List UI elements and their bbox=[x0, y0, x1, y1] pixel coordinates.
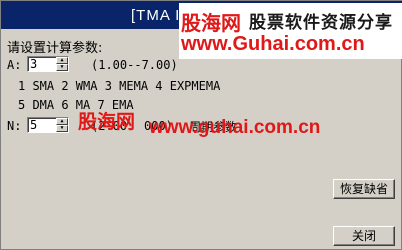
param-a-input[interactable] bbox=[30, 57, 56, 71]
watermark-overlay-url: www.guhai.com.cn bbox=[149, 117, 321, 138]
param-a-spinbox[interactable]: ▲ ▼ bbox=[27, 56, 69, 72]
param-n-spin-buttons[interactable]: ▲ ▼ bbox=[56, 118, 68, 132]
param-a-range: (1.00--7.00) bbox=[91, 58, 178, 72]
watermark-brand: 股海网 bbox=[181, 11, 241, 35]
watermark-url: www.Guhai.com.cn bbox=[181, 33, 365, 55]
spin-up-icon[interactable]: ▲ bbox=[56, 57, 68, 64]
params-prompt: 请设置计算参数: bbox=[7, 41, 103, 56]
param-n-label: N: bbox=[7, 119, 22, 133]
param-n-input[interactable] bbox=[30, 118, 56, 132]
param-a-spin-buttons[interactable]: ▲ ▼ bbox=[56, 57, 68, 71]
spin-down-icon[interactable]: ▼ bbox=[56, 125, 68, 132]
watermark-overlay-brand: 股海网 bbox=[78, 111, 136, 133]
restore-defaults-button[interactable]: 恢复缺省 bbox=[333, 179, 395, 199]
param-n-spinbox[interactable]: ▲ ▼ bbox=[27, 117, 69, 133]
spin-down-icon[interactable]: ▼ bbox=[56, 64, 68, 71]
close-button[interactable]: 关闭 bbox=[333, 226, 395, 246]
spin-up-icon[interactable]: ▲ bbox=[56, 118, 68, 125]
param-a-label: A: bbox=[7, 58, 22, 72]
indicator-params-dialog: [TMA I] 股海网 股票软件资源分享 www.Guhai.com.cn 请设… bbox=[0, 0, 402, 250]
window-title: [TMA I] bbox=[131, 7, 186, 24]
ma-types-line-1: 1 SMA 2 WMA 3 MEMA 4 EXPMEMA bbox=[18, 79, 221, 93]
watermark-banner: 股海网 股票软件资源分享 www.Guhai.com.cn bbox=[179, 3, 402, 59]
watermark-tagline: 股票软件资源分享 bbox=[249, 13, 393, 33]
